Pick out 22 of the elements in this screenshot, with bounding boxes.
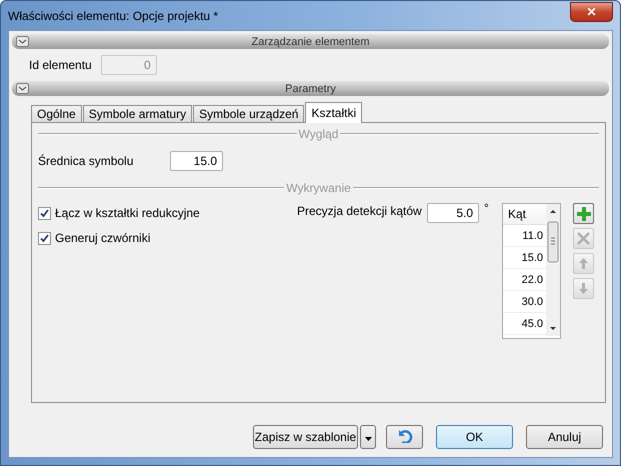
precision-field[interactable]: 5.0 [427,203,479,223]
field-label: Precyzja detekcji kątów [297,204,423,218]
tab[interactable]: Ogólne [31,105,82,123]
group-title: Wykrywanie [286,181,351,195]
cancel-button[interactable]: Anuluj [526,425,603,449]
save-template-button[interactable]: Zapisz w szablonie [253,425,358,449]
checkbox-label[interactable]: Generuj czwórniki [55,231,150,245]
section-header[interactable]: Parametry [12,81,609,96]
unit-label: ° [484,201,490,215]
field-label: Średnica symbolu [38,154,134,168]
field-label: Id elementu [29,58,92,72]
close-button[interactable]: ✕ [570,2,613,22]
window-title: Właściwości elementu: Opcje projektu * [8,8,218,22]
diameter-field[interactable]: 15.0 [170,151,223,171]
angle-list[interactable]: Kąt 11.0 15.0 22.0 30.0 45.0 [502,203,561,339]
group-title: Wygląd [298,127,338,141]
tab[interactable]: Symbole armatury [82,105,192,123]
section-header[interactable]: Zarządzanie elementem [12,34,609,49]
tab[interactable]: Symbole urządzeń [193,105,304,123]
tab[interactable]: Kształtki [305,102,362,123]
checkbox-label[interactable]: Łącz w kształtki redukcyjne [55,206,200,220]
ok-button[interactable]: OK [436,425,513,449]
